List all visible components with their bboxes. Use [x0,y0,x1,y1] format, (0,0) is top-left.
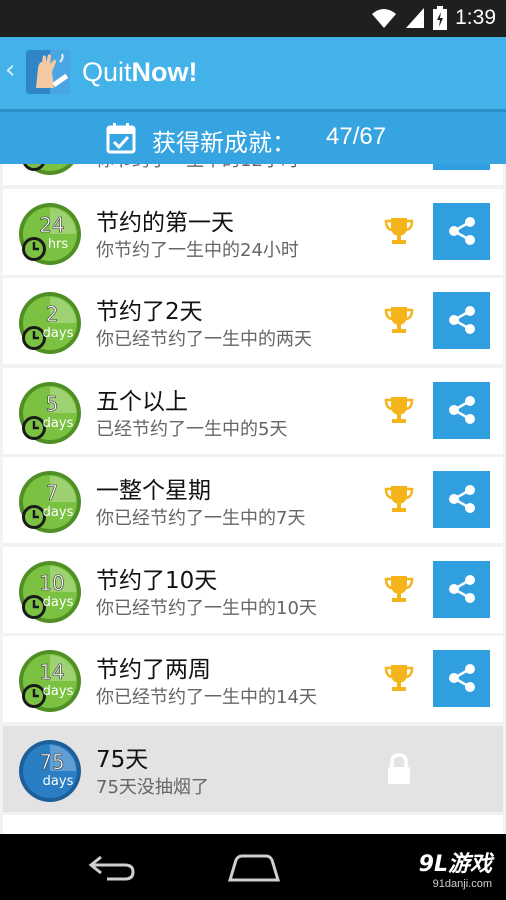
svg-text:75: 75 [39,750,64,774]
svg-text:days: days [43,684,74,699]
app-title-light: Quit [82,57,132,87]
navigation-bar: 9L游戏 91danji.com [0,834,506,900]
svg-text:24: 24 [39,213,64,237]
achievement-title: 五个以上 [96,388,188,415]
achievements-header: 获得新成就： 47/67 [0,109,506,164]
achievement-subtitle: 你已经节约了一生中的14天 [96,687,317,708]
achievements-count: 47/67 [326,123,387,150]
share-button[interactable] [433,381,490,439]
achievement-badge-icon: 5days [19,381,81,444]
achievement-subtitle: 你节约了一生中的24小时 [96,239,299,261]
status-bar: 1:39 [0,0,506,37]
achievement-row[interactable]: 75 days 75天 75天没抽烟了 [3,725,503,812]
trophy-icon [384,665,414,691]
share-icon [449,395,475,424]
share-icon [449,485,475,513]
achievement-title: 节约了两周 [96,657,211,683]
share-button[interactable] [433,650,490,707]
share-icon [449,574,475,603]
trophy-icon [384,396,414,423]
trophy-icon [384,217,414,244]
share-icon [449,664,475,692]
signal-icon [406,8,425,28]
calendar-check-icon [106,123,136,154]
achievement-row[interactable]: 12hrs节约了一生中的12小时你节约了一生中的12小时 [3,164,503,185]
wifi-icon [372,9,397,28]
battery-icon [433,6,448,30]
svg-text:5: 5 [46,392,59,416]
svg-text:days: days [43,326,74,341]
achievement-subtitle: 75天没抽烟了 [96,776,209,798]
achievement-row-partial[interactable] [3,815,503,834]
achievement-subtitle: 你已经节约了一生中的7天 [96,508,306,529]
status-icons: 1:39 [371,6,496,30]
svg-text:14: 14 [39,660,64,684]
share-button[interactable] [433,471,490,528]
achievement-subtitle: 你节约了一生中的12小时 [96,164,299,172]
achievement-badge-icon: 12hrs [23,164,74,175]
achievement-subtitle: 你已经节约了一生中的两天 [96,329,312,350]
achievement-row[interactable]: 14 days 节约了两周你已经节约了一生中的14天 [3,636,503,722]
svg-text:10: 10 [39,571,64,595]
status-time: 1:39 [455,6,496,29]
achievement-subtitle: 你已经节约了一生中的10天 [96,597,317,619]
share-button[interactable] [433,560,490,618]
achievement-title: 75天 [96,746,149,773]
app-title: QuitNow! [82,57,198,88]
achievement-subtitle: 已经节约了一生中的5天 [96,418,288,440]
svg-text:days: days [43,595,74,610]
achievement-row[interactable]: 7 days 一整个星期你已经节约了一生中的7天 [3,457,503,543]
share-icon [449,306,475,334]
achievement-badge-icon: 10days [19,560,81,623]
achievement-badge-icon: 24hrs [19,202,81,265]
achievement-row[interactable]: 2 days 节约了2天你已经节约了一生中的两天 [3,278,503,364]
trophy-icon [384,486,414,512]
watermark: 9L游戏 91danji.com [419,846,492,890]
svg-text:days: days [43,416,74,431]
watermark-url: 91danji.com [432,878,492,890]
share-button[interactable] [433,164,490,170]
svg-text:hrs: hrs [48,237,69,252]
share-button[interactable] [433,202,490,260]
trophy-icon [384,575,414,602]
achievement-badge-icon: 2days [19,292,81,354]
svg-text:7: 7 [46,481,59,505]
achievement-row[interactable]: 10 days 节约了10天你已经节约了一生中的10天 [3,546,503,633]
achievement-title: 节约的第一天 [96,209,234,236]
home-icon[interactable] [226,854,282,882]
watermark-brand: 9L游戏 [418,852,492,877]
svg-text:days: days [43,774,74,789]
app-title-bold: Now! [131,57,198,87]
achievement-title: 节约了10天 [96,567,218,594]
achievement-title: 节约了2天 [96,299,203,325]
achievement-badge-icon: 7days [19,471,81,533]
svg-text:days: days [43,505,74,520]
achievements-label: 获得新成就： [152,129,296,157]
share-button[interactable] [433,292,490,349]
lock-icon [388,752,410,784]
achievement-row[interactable]: 24 hrs 节约的第一天你节约了一生中的24小时 [3,188,503,275]
achievement-list[interactable]: 12hrs节约了一生中的12小时你节约了一生中的12小时24hrs节约的第一天你… [0,164,506,834]
svg-text:2: 2 [46,302,59,326]
up-navigation-chevron-icon[interactable]: ‹ [5,55,15,85]
app-logo-icon[interactable] [24,48,72,96]
share-icon [449,216,475,245]
achievement-badge-icon: 75days [19,739,81,802]
trophy-icon [384,307,414,333]
achievement-title: 一整个星期 [96,478,211,504]
back-icon[interactable] [87,853,137,881]
achievement-row[interactable]: 5 days 五个以上已经节约了一生中的5天 [3,367,503,454]
achievement-badge-icon: 14days [19,650,81,712]
action-bar: ‹ QuitNow! [0,37,506,109]
